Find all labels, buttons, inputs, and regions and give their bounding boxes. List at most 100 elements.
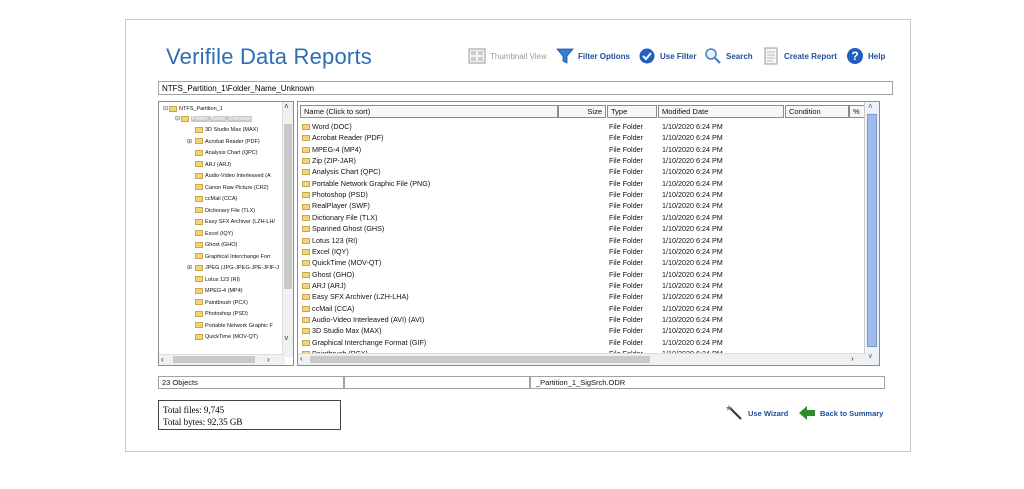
table-row[interactable]: Excel (IQY) File Folder 1/10/2020 6:24 PM: [298, 246, 858, 257]
folder-icon: [302, 169, 310, 176]
tree-item[interactable]: Photoshop (PSD): [195, 310, 248, 318]
status-middle: [344, 376, 530, 389]
tree-item[interactable]: Portable Network Graphic F: [195, 322, 273, 330]
tree-item[interactable]: Dictionary File (TLX): [195, 207, 255, 215]
table-row[interactable]: Audio-Video Interleaved (AVI) (AVI) File …: [298, 314, 858, 325]
cell-modified: 1/10/2020 6:24 PM: [662, 178, 723, 188]
table-row[interactable]: Analysis Chart (QPC) File Folder 1/10/2020…: [298, 166, 858, 177]
folder-icon: [302, 237, 310, 244]
collapse-icon[interactable]: ⊟: [175, 116, 180, 122]
help-button[interactable]: ? Help: [846, 44, 885, 68]
tree-item[interactable]: 3D Studio Max (MAX): [195, 126, 258, 134]
thumbnail-view-button[interactable]: Thumbnail View: [468, 44, 547, 68]
scroll-down-icon[interactable]: ˅: [868, 352, 873, 362]
scroll-left-icon[interactable]: ‹: [161, 355, 164, 365]
table-row[interactable]: 3D Studio Max (MAX) File Folder 1/10/2020 …: [298, 325, 858, 336]
create-report-button[interactable]: Create Report: [762, 44, 837, 68]
tree-item[interactable]: Graphical Interchange Forr: [195, 253, 271, 261]
tree-item[interactable]: Lotus 123 (RI): [195, 276, 240, 284]
tree-hscroll-thumb[interactable]: [173, 356, 255, 363]
column-header-type[interactable]: Type: [607, 105, 657, 118]
filter-options-label: Filter Options: [578, 51, 630, 61]
cell-modified: 1/10/2020 6:24 PM: [662, 337, 723, 347]
list-scroll-thumb[interactable]: [867, 114, 877, 347]
file-list[interactable]: Name (Click to sort) Size Type Modified …: [297, 101, 880, 366]
tree-item[interactable]: Ghost (GHO): [195, 241, 237, 249]
table-row[interactable]: Graphical Interchange Format (GIF) File F…: [298, 337, 858, 348]
table-row[interactable]: Zip (ZIP-JAR) File Folder 1/10/2020 6:24 P…: [298, 155, 858, 166]
tree-horizontal-scrollbar[interactable]: ‹ ›: [159, 354, 285, 365]
list-vertical-scrollbar[interactable]: ˄ ˅: [864, 102, 879, 365]
column-header-modified[interactable]: Modified Date: [658, 105, 784, 118]
status-file: _Partition_1_SigSrch.ODR: [530, 376, 885, 389]
cell-type: File Folder: [609, 178, 643, 188]
scroll-up-icon[interactable]: ˄: [868, 102, 873, 112]
scroll-down-icon[interactable]: ˅: [284, 334, 289, 344]
scroll-right-icon[interactable]: ›: [851, 354, 854, 364]
tree-scroll-thumb[interactable]: [284, 124, 292, 289]
tree-root[interactable]: ⊟ NTFS_Partition_1: [163, 105, 223, 113]
column-header-name[interactable]: Name (Click to sort): [300, 105, 558, 118]
filter-options-button[interactable]: Filter Options: [556, 44, 630, 68]
tree-selected-folder[interactable]: ⊟ Folder_Name_Unknown: [175, 115, 253, 123]
use-wizard-button[interactable]: Use Wizard: [726, 404, 788, 422]
search-button[interactable]: Search: [704, 44, 753, 68]
scroll-up-icon[interactable]: ˄: [284, 102, 289, 112]
tree-item[interactable]: Audio-Video Interleaved (A: [195, 172, 271, 180]
column-header-condition[interactable]: Condition: [785, 105, 849, 118]
use-filter-button[interactable]: Use Filter: [638, 44, 696, 68]
scroll-left-icon[interactable]: ‹: [300, 354, 303, 364]
expand-icon[interactable]: ⊞: [187, 138, 192, 146]
tree-item[interactable]: QuickTime (MOV-QT): [195, 333, 258, 341]
folder-icon: [195, 172, 203, 179]
folder-tree[interactable]: ⊟ NTFS_Partition_1 ⊟ Folder_Name_Unknown 3…: [158, 101, 294, 366]
cell-modified: 1/10/2020 6:24 PM: [662, 303, 723, 313]
column-header-percent[interactable]: %: [849, 105, 865, 118]
tree-item[interactable]: ARJ (ARJ): [195, 161, 231, 169]
table-row[interactable]: ARJ (ARJ) File Folder 1/10/2020 6:24 PM: [298, 280, 858, 291]
scroll-right-icon[interactable]: ›: [267, 355, 270, 365]
cell-modified: 1/10/2020 6:24 PM: [662, 144, 723, 154]
tree-item[interactable]: Canon Raw Picture (CR2): [195, 184, 269, 192]
table-row[interactable]: ccMail (CCA) File Folder 1/10/2020 6:24 PM: [298, 303, 858, 314]
cell-name: Dictionary File (TLX): [302, 212, 378, 223]
tree-item[interactable]: ⊞ Acrobat Reader (PDF): [187, 138, 260, 146]
help-label: Help: [868, 51, 886, 61]
folder-icon: [195, 264, 203, 271]
table-row[interactable]: Easy SFX Archiver (LZH-LHA) File Folder 1/…: [298, 291, 858, 302]
tree-item[interactable]: ⊞ JPEG (JPG-JPEG-JPE-JFIF-J: [187, 264, 279, 272]
table-row[interactable]: Ghost (GHO) File Folder 1/10/2020 6:24 PM: [298, 269, 858, 280]
use-filter-label: Use Filter: [660, 51, 697, 61]
table-row[interactable]: Portable Network Graphic File (PNG) File …: [298, 178, 858, 189]
cell-type: File Folder: [609, 246, 643, 256]
cell-modified: 1/10/2020 6:24 PM: [662, 190, 723, 200]
table-row[interactable]: RealPlayer (SWF) File Folder 1/10/2020 6:2…: [298, 200, 858, 211]
cell-name: Excel (IQY): [302, 246, 349, 257]
table-row[interactable]: QuickTime (MOV-QT) File Folder 1/10/2020 6…: [298, 257, 858, 268]
path-bar: NTFS_Partition_1\Folder_Name_Unknown: [158, 81, 893, 95]
tree-vertical-scrollbar[interactable]: ˄ ˅: [282, 102, 293, 357]
table-row[interactable]: Dictionary File (TLX) File Folder 1/10/202…: [298, 212, 858, 223]
table-row[interactable]: Photoshop (PSD) File Folder 1/10/2020 6:24…: [298, 189, 858, 200]
table-row[interactable]: Word (DOC) File Folder 1/10/2020 6:24 PM: [298, 121, 858, 132]
column-header-size[interactable]: Size: [558, 105, 606, 118]
table-row[interactable]: Lotus 123 (RI) File Folder 1/10/2020 6:24 …: [298, 235, 858, 246]
table-row[interactable]: Spanned Ghost (GHS) File Folder 1/10/2020 …: [298, 223, 858, 234]
tree-item[interactable]: Analysis Chart (QPC): [195, 149, 258, 157]
collapse-icon[interactable]: ⊟: [163, 106, 168, 112]
folder-icon: [195, 161, 203, 168]
expand-icon[interactable]: ⊞: [187, 264, 192, 272]
tree-item[interactable]: Excel (IQY): [195, 230, 233, 238]
list-horizontal-scrollbar[interactable]: ‹ ›: [298, 353, 866, 365]
cell-type: File Folder: [609, 212, 643, 222]
table-row[interactable]: Acrobat Reader (PDF) File Folder 1/10/2020…: [298, 132, 858, 143]
table-row[interactable]: MPEG-4 (MP4) File Folder 1/10/2020 6:24 PM: [298, 144, 858, 155]
list-hscroll-thumb[interactable]: [310, 356, 650, 363]
tree-item[interactable]: ccMail (CCA): [195, 195, 237, 203]
cell-name: Zip (ZIP-JAR): [302, 155, 356, 166]
back-to-summary-button[interactable]: Back to Summary: [798, 404, 883, 422]
tree-item[interactable]: Paintbrush (PCX): [195, 299, 248, 307]
tree-item[interactable]: MPEG-4 (MP4): [195, 287, 243, 295]
filter-funnel-icon: [556, 48, 574, 64]
tree-item[interactable]: Easy SFX Archiver (LZH-LH/: [195, 218, 275, 226]
